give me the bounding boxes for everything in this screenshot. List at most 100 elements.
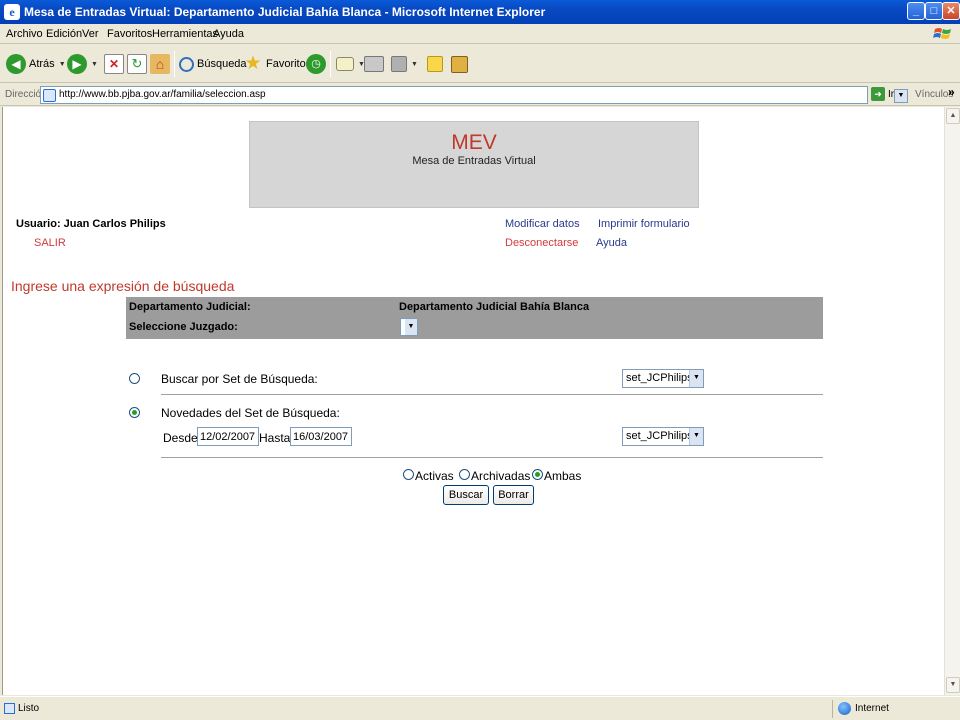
disconnect-link[interactable]: Desconectarse: [505, 237, 578, 249]
user-name: Usuario: Juan Carlos Philips: [16, 218, 166, 230]
radio-ambas[interactable]: [532, 469, 543, 480]
radio-activas[interactable]: [403, 469, 414, 480]
salir-link[interactable]: SALIR: [34, 237, 66, 249]
research-icon: [451, 55, 468, 73]
internet-explorer-icon: e: [4, 4, 20, 20]
stop-button[interactable]: ✕: [104, 53, 124, 75]
internet-globe-icon: [838, 702, 851, 715]
print-form-link[interactable]: Imprimir formulario: [598, 218, 690, 230]
refresh-icon: ↻: [127, 54, 147, 74]
window-title: Mesa de Entradas Virtual: Departamento J…: [24, 5, 546, 19]
novedades-label: Novedades del Set de Búsqueda:: [161, 406, 340, 420]
mail-button[interactable]: ▼: [336, 53, 365, 75]
divider: [161, 394, 823, 395]
back-button[interactable]: ◀ Atrás ▼: [6, 53, 66, 75]
address-input[interactable]: http://www.bb.pjba.gov.ar/familia/selecc…: [40, 86, 908, 104]
search-set-label: Buscar por Set de Búsqueda:: [161, 372, 318, 386]
mail-icon: [336, 57, 354, 71]
go-arrow-icon[interactable]: ➜: [871, 87, 885, 101]
chevron-down-icon: ▼: [689, 428, 703, 445]
minimize-button[interactable]: _: [907, 2, 925, 20]
divider: [161, 457, 823, 458]
vertical-scrollbar[interactable]: ▲ ▼: [944, 107, 960, 695]
refresh-button[interactable]: ↻: [127, 53, 147, 75]
novedades-set-select[interactable]: set_JCPhilips ▼: [622, 427, 704, 446]
web-page: MEV Mesa de Entradas Virtual Usuario: Ju…: [2, 107, 944, 695]
court-label: Seleccione Juzgado:: [129, 321, 238, 333]
menu-archivo[interactable]: Archivo: [6, 28, 43, 40]
chevron-down-icon: ▼: [689, 370, 703, 387]
address-url: http://www.bb.pjba.gov.ar/familia/selecc…: [59, 89, 266, 100]
search-heading: Ingrese una expresión de búsqueda: [11, 278, 235, 294]
address-bar: Dirección http://www.bb.pjba.gov.ar/fami…: [0, 84, 960, 106]
forward-dropdown-icon[interactable]: ▼: [91, 61, 98, 68]
help-link[interactable]: Ayuda: [596, 237, 627, 249]
go-button[interactable]: Ir: [888, 89, 894, 100]
history-button[interactable]: ◷: [306, 53, 326, 75]
print-button[interactable]: [364, 53, 384, 75]
buscar-button[interactable]: Buscar: [443, 485, 489, 505]
status-separator: [832, 700, 833, 718]
page-status-icon: [4, 703, 15, 714]
toolbar-separator: [330, 51, 331, 77]
maximize-button[interactable]: □: [925, 2, 943, 20]
stop-icon: ✕: [104, 54, 124, 74]
search-icon: [179, 56, 194, 72]
discuss-button[interactable]: [427, 53, 443, 75]
judicial-panel: Departamento Judicial: Departamento Judi…: [126, 297, 823, 339]
history-icon: ◷: [306, 54, 326, 74]
close-button[interactable]: ✕: [942, 2, 960, 20]
edit-icon: [391, 56, 407, 72]
department-value: Departamento Judicial Bahía Blanca: [399, 301, 590, 313]
browser-toolbar: ◀ Atrás ▼ ▶ ▼ ✕ ↻ ⌂ Búsqueda ★ Favoritos…: [0, 45, 960, 83]
activas-label: Activas: [415, 469, 454, 483]
back-dropdown-icon[interactable]: ▼: [59, 61, 66, 68]
borrar-button[interactable]: Borrar: [493, 485, 534, 505]
status-bar: Listo Internet: [0, 696, 960, 720]
windows-logo-icon: [933, 28, 951, 39]
home-button[interactable]: ⌂: [150, 53, 170, 75]
favorites-button[interactable]: ★ Favoritos: [243, 53, 311, 75]
from-date-input[interactable]: [197, 427, 259, 446]
menu-edicion[interactable]: Edición: [46, 28, 82, 40]
to-date-input[interactable]: [290, 427, 352, 446]
status-text: Listo: [18, 703, 40, 714]
menu-herramientas[interactable]: Herramientas: [152, 28, 218, 40]
from-label: Desde:: [163, 431, 202, 445]
archivadas-label: Archivadas: [471, 469, 531, 483]
edit-button[interactable]: ▼: [391, 53, 418, 75]
radio-archivadas[interactable]: [459, 469, 470, 480]
to-label: Hasta:: [259, 431, 294, 445]
window-title-bar: e Mesa de Entradas Virtual: Departamento…: [0, 0, 960, 24]
home-icon: ⌂: [150, 54, 170, 74]
scroll-up-icon[interactable]: ▲: [946, 108, 960, 124]
modify-data-link[interactable]: Modificar datos: [505, 218, 580, 230]
menu-favoritos[interactable]: Favoritos: [107, 28, 152, 40]
department-label: Departamento Judicial:: [129, 301, 251, 313]
radio-search-set[interactable]: [129, 373, 140, 384]
search-set-select[interactable]: set_JCPhilips ▼: [622, 369, 704, 388]
print-icon: [364, 56, 384, 72]
page-icon: [43, 89, 56, 102]
address-dropdown-icon[interactable]: ▼: [894, 89, 908, 103]
toolbar-separator: [174, 51, 175, 77]
chevron-down-icon: ▼: [405, 319, 417, 335]
security-zone: Internet: [855, 703, 889, 714]
links-chevron-icon[interactable]: »: [948, 85, 955, 99]
mev-subtitle: Mesa de Entradas Virtual: [412, 155, 536, 167]
menu-ver[interactable]: Ver: [82, 28, 99, 40]
messenger-button[interactable]: [451, 53, 468, 75]
court-select[interactable]: ▼: [400, 318, 418, 336]
back-arrow-icon: ◀: [6, 54, 26, 74]
search-button[interactable]: Búsqueda: [179, 53, 247, 75]
mev-header: MEV Mesa de Entradas Virtual: [249, 121, 699, 208]
menu-bar: Archivo Edición Ver Favoritos Herramient…: [0, 24, 960, 44]
forward-arrow-icon: ▶: [67, 54, 87, 74]
edit-dropdown-icon[interactable]: ▼: [411, 61, 418, 68]
forward-button[interactable]: ▶ ▼: [67, 53, 98, 75]
mev-title: MEV: [451, 131, 497, 154]
favorites-star-icon: ★: [244, 53, 262, 74]
menu-ayuda[interactable]: Ayuda: [213, 28, 244, 40]
radio-novedades[interactable]: [129, 407, 140, 418]
scroll-down-icon[interactable]: ▼: [946, 677, 960, 693]
